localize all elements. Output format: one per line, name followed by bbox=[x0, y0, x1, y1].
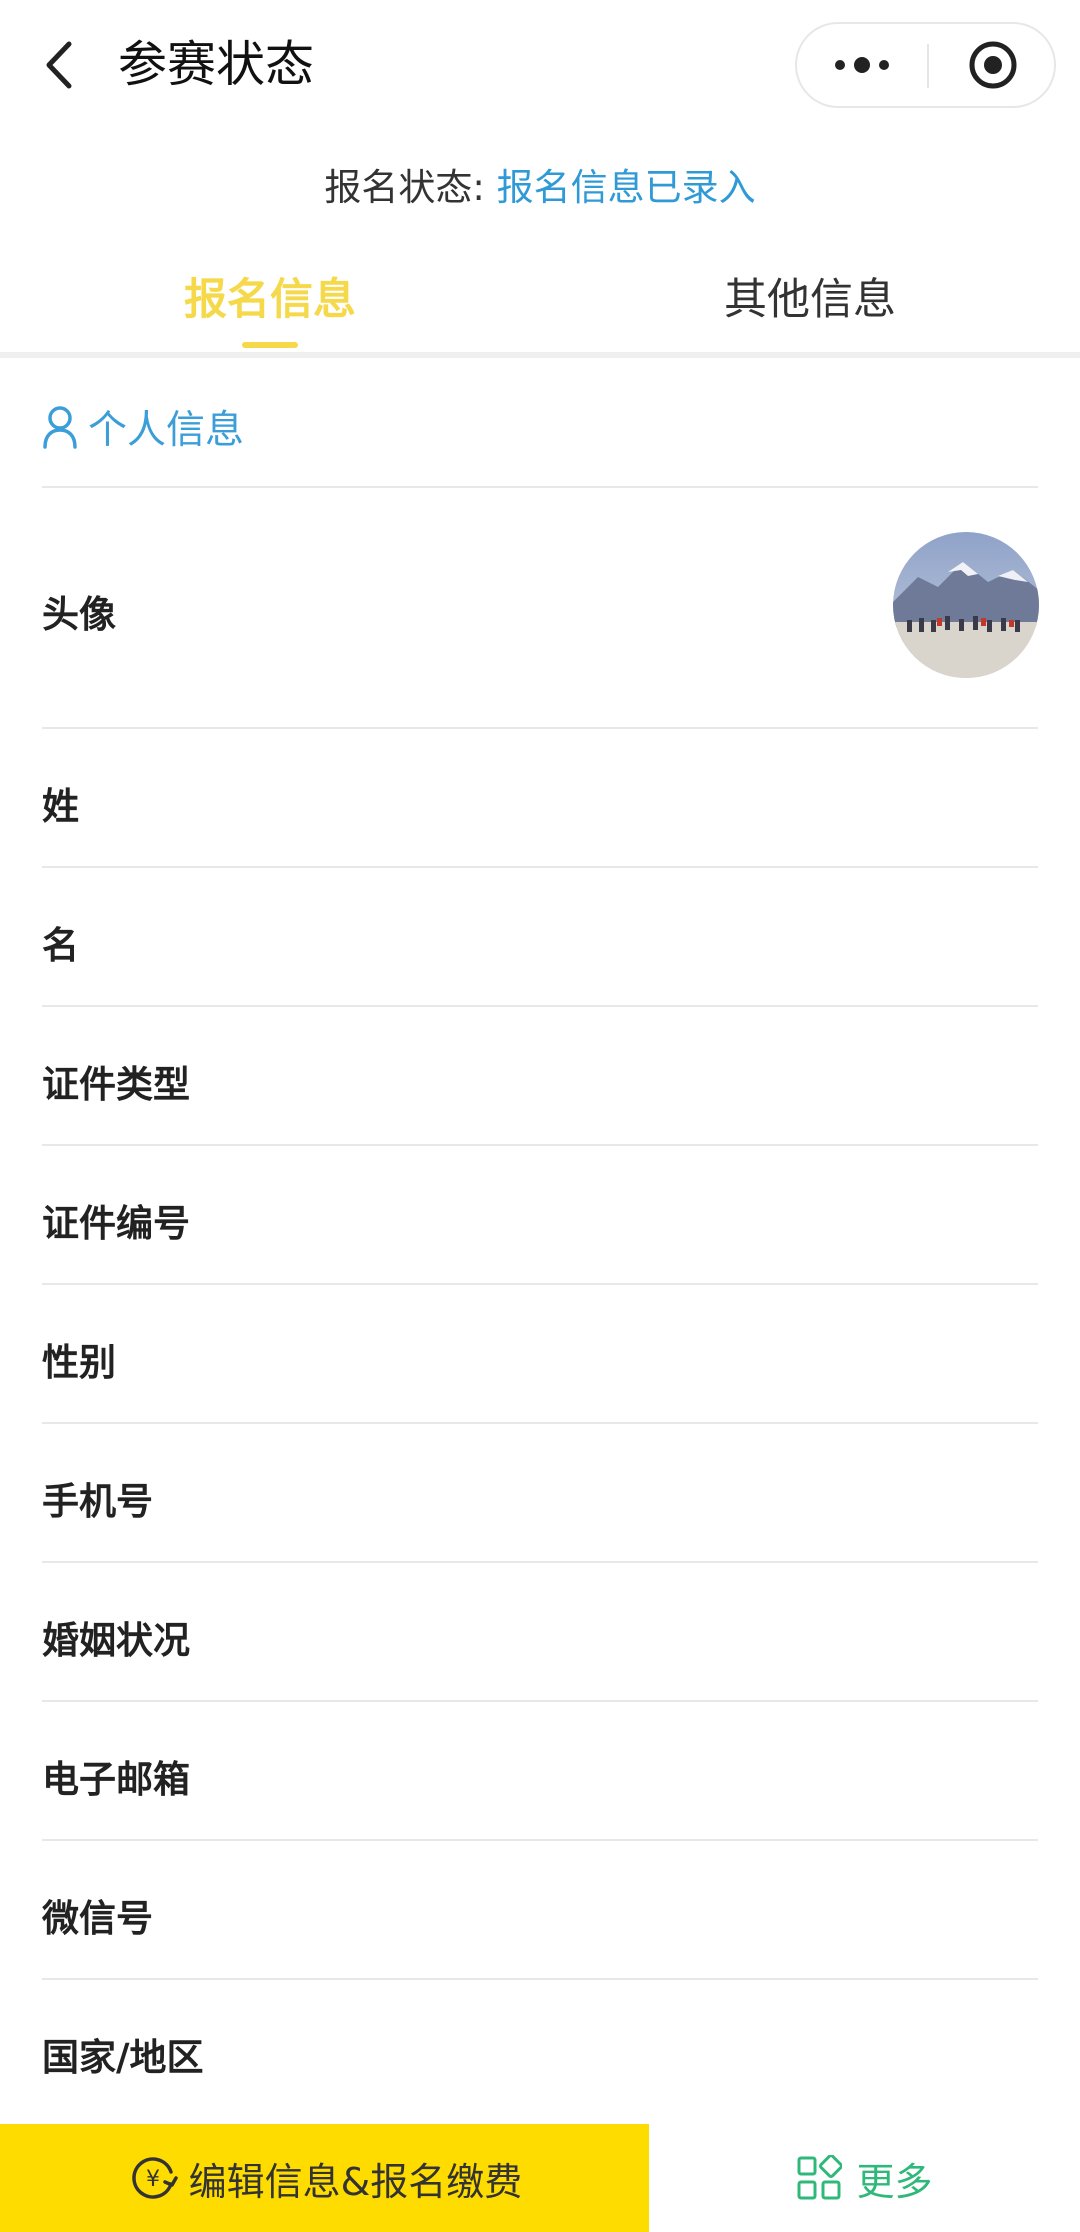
tab-registration-info[interactable]: 报名信息 bbox=[0, 250, 540, 352]
divider bbox=[42, 1561, 1038, 1563]
field-label-surname: 姓 bbox=[42, 785, 79, 828]
field-label-gender: 性别 bbox=[42, 1341, 116, 1384]
divider bbox=[42, 486, 1038, 488]
bottom-action-bar: ¥ 编辑信息&报名缴费 更多 bbox=[0, 2124, 1080, 2232]
close-mini-program-button[interactable] bbox=[929, 24, 1056, 106]
field-label-given-name: 名 bbox=[42, 924, 79, 967]
yuan-refresh-icon: ¥ bbox=[131, 2157, 178, 2199]
edit-and-pay-button[interactable]: ¥ 编辑信息&报名缴费 bbox=[0, 2124, 649, 2232]
status-value: 报名信息已录入 bbox=[496, 166, 756, 209]
user-icon bbox=[43, 406, 77, 449]
more-label: 更多 bbox=[856, 2159, 933, 2204]
tab-other-info[interactable]: 其他信息 bbox=[540, 250, 1080, 352]
edit-and-pay-label: 编辑信息&报名缴费 bbox=[188, 2159, 523, 2204]
divider bbox=[42, 866, 1038, 868]
field-label-email: 电子邮箱 bbox=[42, 1758, 190, 1801]
divider bbox=[42, 1978, 1038, 1980]
registration-status: 报名状态: 报名信息已录入 bbox=[0, 155, 1080, 221]
active-tab-indicator bbox=[242, 342, 298, 348]
divider bbox=[42, 1144, 1038, 1146]
page-title: 参赛状态 bbox=[118, 36, 315, 93]
target-icon bbox=[969, 41, 1016, 89]
section-title: 个人信息 bbox=[88, 408, 245, 453]
section-personal-info: 个人信息 bbox=[42, 392, 244, 462]
field-label-id-type: 证件类型 bbox=[42, 1063, 190, 1106]
divider bbox=[42, 1422, 1038, 1424]
back-button[interactable] bbox=[34, 34, 82, 96]
mini-program-capsule bbox=[795, 22, 1056, 108]
avatar-photo bbox=[893, 532, 1039, 678]
field-label-id-number: 证件编号 bbox=[42, 1202, 190, 1245]
tab-bar: 报名信息 其他信息 bbox=[0, 250, 1080, 358]
nav-bar: 参赛状态 bbox=[0, 0, 1080, 130]
grid-icon bbox=[797, 2155, 843, 2200]
status-label: 报名状态: bbox=[324, 166, 497, 209]
divider bbox=[42, 727, 1038, 729]
divider bbox=[42, 1005, 1038, 1007]
chevron-left-icon bbox=[46, 41, 72, 89]
avatar[interactable] bbox=[893, 532, 1039, 678]
divider bbox=[42, 1283, 1038, 1285]
divider bbox=[42, 1700, 1038, 1702]
more-button[interactable]: 更多 bbox=[649, 2124, 1080, 2232]
svg-text:¥: ¥ bbox=[146, 2167, 160, 2192]
field-label-country-region: 国家/地区 bbox=[42, 2036, 204, 2079]
field-label-phone: 手机号 bbox=[42, 1480, 153, 1523]
field-label-avatar: 头像 bbox=[42, 593, 116, 636]
more-options-button[interactable] bbox=[797, 24, 927, 106]
field-label-wechat: 微信号 bbox=[42, 1897, 153, 1940]
field-label-marital-status: 婚姻状况 bbox=[42, 1619, 190, 1662]
divider bbox=[42, 1839, 1038, 1841]
more-dots-icon bbox=[835, 57, 889, 73]
